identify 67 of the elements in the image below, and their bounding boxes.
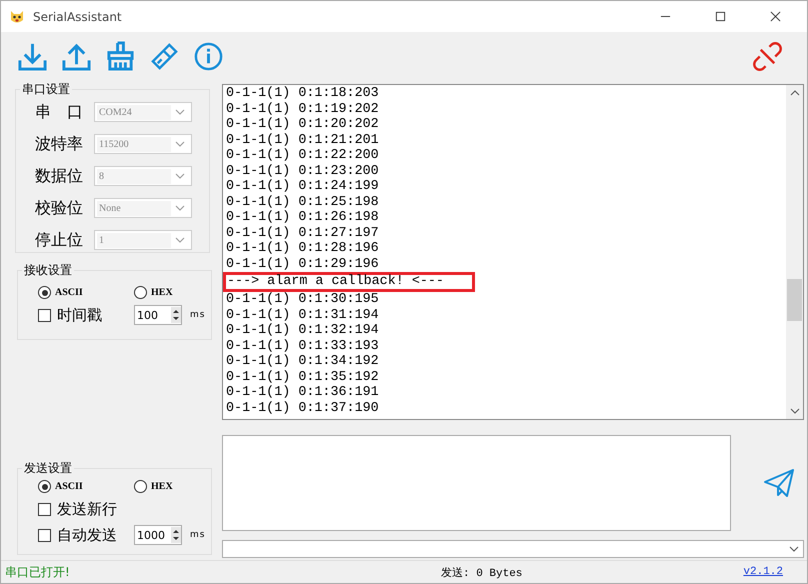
close-icon[interactable] xyxy=(770,11,781,22)
chevron-down-icon xyxy=(175,109,185,115)
maximize-icon[interactable] xyxy=(715,11,726,22)
scroll-thumb[interactable] xyxy=(787,279,802,321)
checkbox[interactable]: 发送新行 xyxy=(38,500,134,518)
log-line: 0-1-1(1) 0:1:19:202 xyxy=(226,102,379,117)
log-line: 0-1-1(1) 0:1:21:201 xyxy=(226,132,379,148)
radio-circle[interactable] xyxy=(134,480,147,493)
log-line: 0-1-1(1) 0:1:35:192 xyxy=(226,370,379,385)
log-line: 0-1-1(1) 0:1:37:190 xyxy=(226,400,379,416)
number-spinner[interactable]: 1000 xyxy=(134,525,182,545)
log-line: 0-1-1(1) 0:1:20:202 xyxy=(226,117,379,132)
log-line: 0-1-1(1) 0:1:31:194 xyxy=(226,308,379,323)
broken-link-icon[interactable] xyxy=(752,40,783,72)
cat-face-icon xyxy=(9,8,25,24)
scrollbar[interactable] xyxy=(786,85,803,419)
checkbox[interactable]: 时间戳 xyxy=(38,306,134,324)
unit-label: ms xyxy=(190,530,206,540)
status-message: 串口已打开! xyxy=(5,564,71,580)
log-line: 0-1-1(1) 0:1:25:198 xyxy=(226,194,379,210)
log-line: 0-1-1(1) 0:1:30:195 xyxy=(226,292,379,308)
log-line: 0-1-1(1) 0:1:29:196 xyxy=(226,256,379,272)
radio-button[interactable]: HEX xyxy=(134,480,192,493)
field-label: 串 口 xyxy=(34,102,84,122)
log-line: 0-1-1(1) 0:1:36:191 xyxy=(226,385,379,400)
log-line: 0-1-1(1) 0:1:32:194 xyxy=(226,323,379,338)
sent-bytes: 发送: 0 Bytes xyxy=(441,566,524,580)
field-label: 停止位 xyxy=(34,230,84,250)
radio-circle[interactable] xyxy=(38,480,51,493)
log-line: 0-1-1(1) 0:1:34:192 xyxy=(226,354,379,370)
field-label: 数据位 xyxy=(34,166,84,186)
radio-button[interactable]: HEX xyxy=(134,286,192,299)
log-line: 0-1-1(1) 0:1:33:193 xyxy=(226,338,379,354)
log-line: 0-1-1(1) 0:1:26:198 xyxy=(226,210,379,226)
chevron-down-icon xyxy=(175,173,185,179)
number-spinner[interactable]: 100 xyxy=(134,305,182,325)
radio-circle[interactable] xyxy=(38,286,51,299)
checkbox[interactable]: 自动发送 xyxy=(38,526,134,544)
field-label: 校验位 xyxy=(34,198,84,218)
brush-icon[interactable] xyxy=(149,40,180,72)
broom-icon[interactable] xyxy=(105,40,136,72)
radio-button[interactable]: ASCII xyxy=(38,480,96,493)
scroll-up-icon[interactable] xyxy=(790,90,800,96)
chevron-down-icon xyxy=(175,141,185,147)
radio-button[interactable]: ASCII xyxy=(38,286,96,299)
chevron-down-icon xyxy=(175,205,185,211)
scroll-down-icon[interactable] xyxy=(790,408,800,414)
history-dropdown[interactable] xyxy=(222,540,804,558)
log-line: 0-1-1(1) 0:1:24:199 xyxy=(226,179,379,194)
group-title: 发送设置 xyxy=(22,460,74,476)
chevron-down-icon xyxy=(789,546,799,552)
field-label: 波特率 xyxy=(34,134,84,154)
log-line: 0-1-1(1) 0:1:27:197 xyxy=(226,226,379,241)
group-title: 串口设置 xyxy=(20,81,72,97)
window-title: SerialAssistant xyxy=(33,10,122,24)
group-title: 接收设置 xyxy=(22,262,74,278)
unit-label: ms xyxy=(190,310,206,320)
send-icon[interactable] xyxy=(763,467,795,499)
info-icon[interactable] xyxy=(193,40,224,72)
log-line: 0-1-1(1) 0:1:22:200 xyxy=(226,148,379,164)
log-line: 0-1-1(1) 0:1:28:196 xyxy=(226,241,379,256)
radio-circle[interactable] xyxy=(134,286,147,299)
chevron-down-icon xyxy=(175,237,185,243)
log-line: 0-1-1(1) 0:1:18:203 xyxy=(226,86,379,102)
send-input[interactable] xyxy=(222,435,731,531)
version-link[interactable]: v2.1.2 xyxy=(743,566,783,578)
log-line: 0-1-1(1) 0:1:23:200 xyxy=(226,164,379,179)
